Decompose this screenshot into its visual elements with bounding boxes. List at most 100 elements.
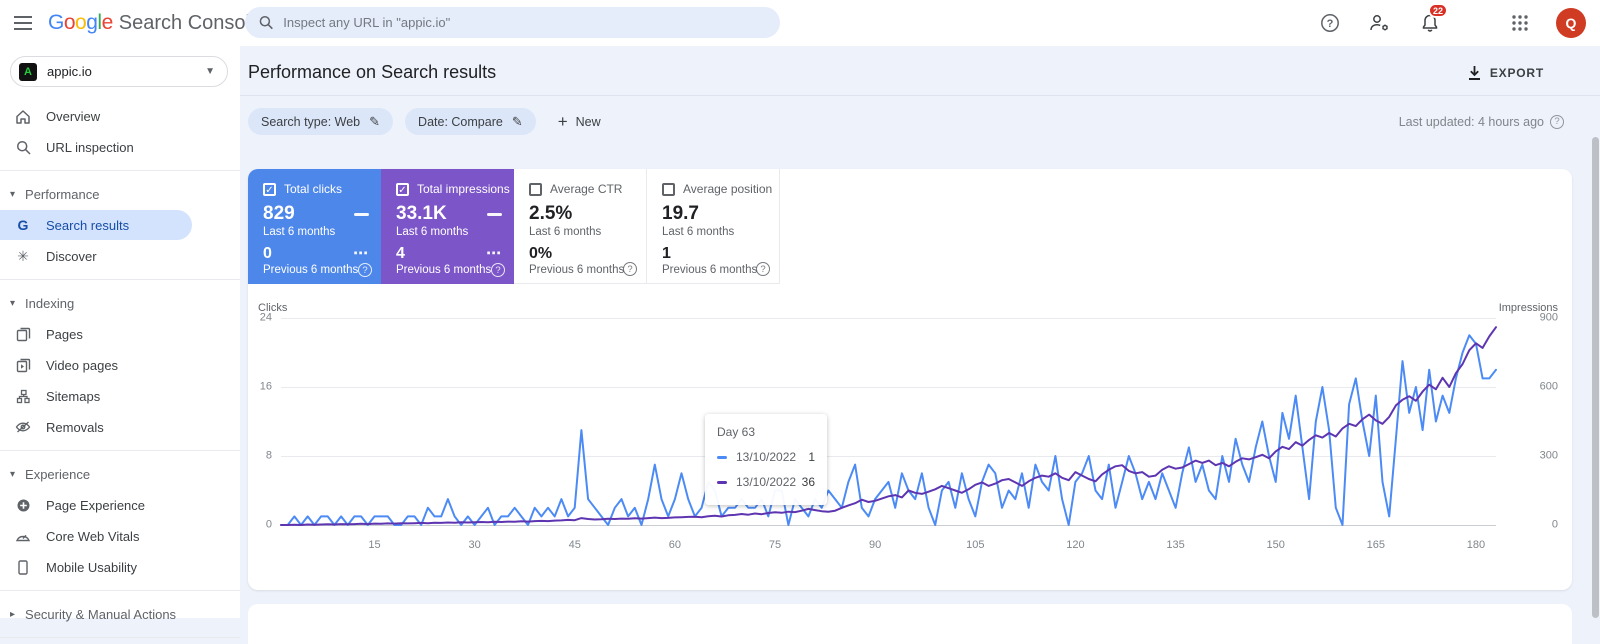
x-tick-label: 165 — [1366, 539, 1386, 551]
app-logo: Google Search Console — [48, 11, 261, 35]
checkbox-unchecked-icon[interactable] — [662, 182, 675, 196]
sidebar-item-label: Pages — [46, 326, 83, 342]
tooltip-value: 1 — [808, 450, 815, 464]
sidebar-divider — [0, 279, 240, 280]
url-inspect-searchbox[interactable] — [245, 7, 780, 38]
checkbox-checked-icon[interactable]: ✓ — [396, 182, 409, 196]
help-icon[interactable]: ? — [623, 262, 637, 276]
help-icon[interactable]: ? — [756, 262, 770, 276]
property-icon: A — [19, 62, 37, 81]
y-tick-right: 0 — [1551, 518, 1558, 531]
sidebar-item-pages[interactable]: Pages — [0, 319, 240, 349]
export-button[interactable]: EXPORT — [1467, 65, 1544, 81]
sidebar-item-label: Overview — [46, 108, 101, 124]
sidebar-item-mobile-usability[interactable]: Mobile Usability — [0, 552, 240, 582]
impressions-series-marker — [717, 480, 727, 484]
search-input[interactable] — [283, 15, 766, 30]
notifications-bell-icon[interactable]: 22 — [1416, 3, 1449, 37]
avatar[interactable]: Q — [1556, 8, 1586, 38]
section-label: Experience — [25, 466, 91, 482]
x-tick-label: 180 — [1466, 539, 1486, 551]
metric-tile-average-ctr[interactable]: Average CTR 2.5% Last 6 months 0% Previo… — [514, 169, 647, 284]
menu-icon[interactable] — [0, 0, 46, 46]
y-tick-left: 24 — [259, 311, 272, 324]
help-icon[interactable]: ? — [358, 263, 372, 277]
x-tick-label: 30 — [468, 539, 481, 551]
section-experience[interactable]: ▾ Experience — [0, 459, 240, 489]
sidebar-divider — [0, 170, 240, 171]
metric-label: Average position — [683, 182, 773, 196]
metric-tile-average-position[interactable]: Average position 19.7 Last 6 months 1 Pr… — [647, 169, 780, 284]
main-content: Performance on Search results EXPORT Sea… — [240, 46, 1600, 644]
section-indexing[interactable]: ▾ Indexing — [0, 288, 240, 318]
product-name: Search Console — [118, 12, 262, 34]
x-tick-label: 90 — [869, 539, 882, 551]
user-settings-icon[interactable] — [1366, 9, 1394, 37]
sidebar-item-sitemaps[interactable]: Sitemaps — [0, 381, 240, 411]
sidebar-divider — [0, 450, 240, 451]
chevron-down-icon: ▾ — [10, 468, 16, 480]
chart-series — [280, 326, 1497, 526]
filter-chip-date[interactable]: Date: Compare ✎ — [405, 108, 536, 135]
metric-tile-total-clicks[interactable]: ✓ Total clicks 829 Last 6 months 0 ⋯ Previ… — [248, 169, 381, 284]
metric-prev-period: Previous 6 months — [263, 264, 359, 276]
metric-label: Total clicks — [284, 182, 343, 196]
sidebar-item-url-inspection[interactable]: URL inspection — [0, 132, 240, 162]
metric-prev-value: 4 — [396, 245, 405, 262]
vertical-scrollbar[interactable] — [1592, 137, 1599, 618]
section-label: Security & Manual Actions — [25, 606, 177, 622]
x-tick-label: 150 — [1266, 539, 1285, 551]
sidebar-item-label: URL inspection — [46, 139, 134, 155]
sidebar-item-video-pages[interactable]: Video pages — [0, 350, 240, 380]
section-security-manual-actions[interactable]: ▸ Security & Manual Actions — [0, 599, 240, 629]
dotted-line-legend-icon: ⋯ — [486, 245, 502, 262]
x-tick-label: 45 — [568, 539, 581, 551]
gauge-icon — [14, 530, 32, 542]
google-logo: Google — [48, 11, 113, 34]
sidebar-item-removals[interactable]: Removals — [0, 412, 240, 442]
sidebar-item-search-results[interactable]: G Search results — [0, 210, 192, 240]
google-g-icon: G — [17, 217, 29, 233]
sidebar-item-label: Core Web Vitals — [46, 528, 140, 544]
sidebar-item-core-web-vitals[interactable]: Core Web Vitals — [0, 521, 240, 551]
property-selector[interactable]: A appic.io ▼ — [10, 56, 228, 87]
checkbox-checked-icon[interactable]: ✓ — [263, 182, 276, 196]
sidebar-item-discover[interactable]: ✳ Discover — [0, 241, 240, 271]
tooltip-value: 36 — [801, 475, 815, 489]
tooltip-date: 13/10/2022 — [736, 450, 797, 464]
help-icon[interactable]: ? — [1316, 9, 1344, 37]
metric-period: Last 6 months — [662, 226, 735, 238]
metric-period: Last 6 months — [396, 226, 469, 238]
metric-tile-total-impressions[interactable]: ✓ Total impressions 33.1K Last 6 months 4… — [381, 169, 514, 284]
sidebar-item-overview[interactable]: Overview — [0, 101, 240, 131]
apps-grid-icon[interactable] — [1506, 9, 1534, 37]
section-performance[interactable]: ▾ Performance — [0, 179, 240, 209]
dotted-line-legend-icon: ⋯ — [353, 245, 369, 262]
sidebar-item-label: Search results — [46, 217, 130, 233]
checkbox-unchecked-icon[interactable] — [529, 182, 542, 196]
metric-prev-value: 1 — [662, 245, 671, 262]
new-filter-button[interactable]: + New — [558, 112, 601, 132]
help-icon[interactable]: ? — [491, 263, 505, 277]
sidebar-item-label: Removals — [46, 419, 104, 435]
x-tick-label: 120 — [1066, 539, 1085, 551]
svg-text:?: ? — [1327, 18, 1334, 30]
search-icon — [259, 16, 273, 30]
chip-label: Date: Compare — [418, 114, 503, 129]
search-icon — [14, 140, 32, 155]
eye-off-icon — [14, 420, 32, 434]
tooltip-title: Day 63 — [717, 425, 756, 439]
sidebar-item-page-experience[interactable]: Page Experience — [0, 490, 240, 520]
x-tick-label: 60 — [668, 539, 681, 551]
y-tick-right: 600 — [1539, 380, 1558, 393]
help-icon[interactable]: ? — [1550, 114, 1564, 129]
filter-chip-search-type[interactable]: Search type: Web ✎ — [248, 108, 394, 135]
metric-prev-value: 0% — [529, 245, 553, 262]
export-label: EXPORT — [1489, 65, 1544, 80]
performance-chart[interactable]: Clicks Impressions 24 16 8 0 900 600 300… — [258, 302, 1558, 565]
solid-line-legend-icon — [354, 212, 369, 216]
chevron-down-icon: ▾ — [10, 297, 16, 309]
last-updated-text: Last updated: 4 hours ago — [1398, 114, 1544, 129]
y-tick-right: 300 — [1539, 449, 1558, 462]
chip-label: Search type: Web — [261, 114, 361, 129]
